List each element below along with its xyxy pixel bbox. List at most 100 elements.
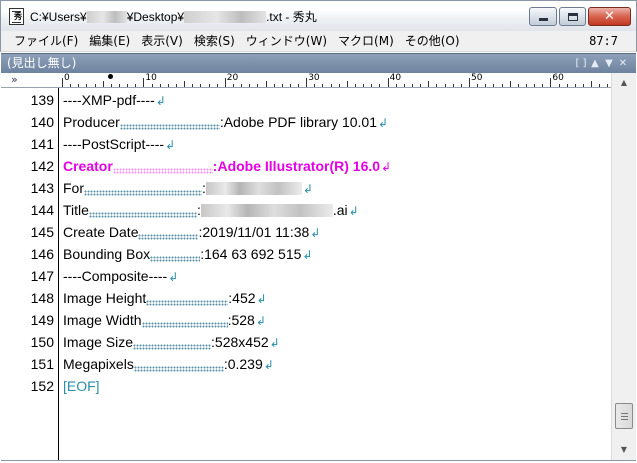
line-number[interactable]: 142 [1, 155, 54, 177]
menu-other[interactable]: その他(O) [400, 33, 465, 49]
ruler-tick [224, 78, 226, 87]
ruler-tick [355, 84, 357, 87]
minimize-button[interactable] [529, 7, 557, 26]
text-line[interactable]: Image Height:452↲ [63, 287, 267, 309]
line-number[interactable]: 146 [1, 243, 54, 265]
newline-marker-icon: ↲ [302, 248, 313, 262]
ruler-tick [403, 84, 405, 87]
ruler-tick [599, 84, 601, 87]
close-icon: ✕ [604, 9, 615, 24]
ruler-tick [241, 84, 243, 87]
text-line[interactable]: Image Width:528↲ [63, 309, 266, 331]
line-key: ----PostScript---- [63, 136, 165, 152]
line-key: ----Composite---- [63, 268, 168, 284]
tab-marker [146, 300, 229, 306]
ruler-tick [346, 81, 348, 87]
hidemaru-app-icon[interactable]: 秀 [9, 8, 24, 25]
line-number[interactable]: 143 [1, 177, 54, 199]
tab-marker [84, 190, 202, 196]
maximize-button[interactable] [559, 7, 586, 26]
menu-search[interactable]: 検索(S) [189, 33, 240, 49]
text-line[interactable]: ----XMP-pdf----↲ [63, 89, 166, 111]
line-number[interactable]: 145 [1, 221, 54, 243]
line-number[interactable]: 140 [1, 111, 54, 133]
menu-macro[interactable]: マクロ(M) [333, 33, 399, 49]
text-line[interactable]: [EOF] [63, 375, 100, 397]
vertical-scrollbar[interactable]: ▲ ▼ [611, 73, 636, 460]
scroll-thumb[interactable] [615, 403, 633, 429]
line-key: Bounding Box [63, 246, 151, 262]
menu-edit[interactable]: 編集(E) [84, 33, 135, 49]
line-number-gutter[interactable]: 139 140 141 142 143 144 145 146 147 148 149 150 151 1… [1, 88, 59, 460]
scroll-down-button[interactable]: ▼ [614, 441, 634, 458]
ruler-tick [363, 84, 365, 87]
ruler-tick [591, 81, 593, 87]
ruler-tick [200, 84, 202, 87]
ruler-label: 50 [471, 73, 483, 83]
line-key: Megapixels [63, 356, 134, 372]
text-line[interactable]: Bounding Box:164 63 692 515↲ [63, 243, 312, 265]
text-line[interactable]: Title: .ai↲ [63, 199, 359, 221]
text-line[interactable]: Image Size:528x452↲ [63, 331, 280, 353]
text-line[interactable]: Creator:Adobe Illustrator(R) 16.0↲ [63, 155, 391, 177]
column-ruler[interactable]: 0 10 20 30 40 50 60 [59, 73, 611, 88]
scroll-up-icon: ▲ [620, 78, 628, 87]
text-line[interactable]: Megapixels:0.239↲ [63, 353, 274, 375]
ruler-tick [135, 84, 137, 87]
ruler-tick [62, 78, 63, 87]
line-number[interactable]: 141 [1, 133, 54, 155]
ruler-label: 20 [226, 73, 239, 83]
ruler-tick [428, 81, 430, 87]
ruler-tick [379, 84, 381, 87]
title-mid: ¥Desktop¥ [126, 10, 185, 24]
title-bar[interactable]: 秀 C:¥Users¥ ¥Desktop¥ .txt - 秀丸 ✕ [0, 0, 637, 31]
menu-file[interactable]: ファイル(F) [9, 33, 83, 49]
editor-pane[interactable]: » 0 10 20 30 40 50 60 139 140 141 142 143 144 145 146… [1, 73, 636, 461]
line-number[interactable]: 148 [1, 287, 54, 309]
tab-marker [150, 256, 201, 262]
ruler-label: 40 [389, 73, 402, 83]
ruler-tick [395, 84, 397, 87]
text-line[interactable]: Create Date:2019/11/01 11:38↲ [63, 221, 320, 243]
text-area[interactable]: ----XMP-pdf----↲ Producer:Adobe PDF libra… [63, 88, 611, 460]
line-number[interactable]: 147 [1, 265, 54, 287]
line-number[interactable]: 151 [1, 353, 54, 375]
line-number[interactable]: 144 [1, 199, 54, 221]
line-extension: .ai [332, 202, 348, 218]
ruler-tick [151, 84, 153, 87]
line-key: [EOF] [63, 378, 100, 394]
newline-marker-icon: ↲ [378, 116, 389, 130]
window-title: C:¥Users¥ ¥Desktop¥ .txt - 秀丸 [30, 10, 317, 24]
ruler-tick [314, 84, 316, 87]
menu-window[interactable]: ウィンドウ(W) [241, 33, 332, 49]
text-line[interactable]: ----Composite----↲ [63, 265, 178, 287]
text-line[interactable]: ----PostScript----↲ [63, 133, 175, 155]
header-close-button[interactable]: ✕ [616, 56, 630, 71]
ruler-tick [70, 84, 72, 87]
text-line[interactable]: Producer:Adobe PDF library 10.01↲ [63, 111, 388, 133]
ruler-tick [574, 84, 576, 87]
newline-marker-icon: ↲ [310, 226, 321, 240]
tab-marker [119, 124, 220, 130]
header-label: (見出し無し) [7, 56, 77, 70]
line-number[interactable]: 150 [1, 331, 54, 353]
header-split-button[interactable]: [ ] [574, 56, 588, 71]
ruler-cursor-marker [108, 74, 113, 79]
line-key: Producer [63, 114, 120, 130]
ruler-tick [436, 84, 438, 87]
header-up-button[interactable]: ▲ [588, 56, 602, 71]
scroll-up-button[interactable]: ▲ [614, 74, 634, 91]
header-down-button[interactable]: ▼ [602, 56, 616, 71]
tab-marker [133, 366, 224, 372]
menu-view[interactable]: 表示(V) [136, 33, 188, 49]
line-number[interactable]: 139 [1, 89, 54, 111]
ruler-tick [143, 78, 145, 87]
title-suffix: .txt - 秀丸 [266, 10, 317, 24]
line-value: :528 [227, 312, 255, 328]
line-key: ----XMP-pdf---- [63, 92, 155, 108]
line-number[interactable]: 149 [1, 309, 54, 331]
line-number[interactable]: 152 [1, 375, 54, 397]
ruler-tick [306, 78, 308, 87]
close-button[interactable]: ✕ [588, 7, 631, 26]
text-line[interactable]: For: ↲ [63, 177, 313, 199]
